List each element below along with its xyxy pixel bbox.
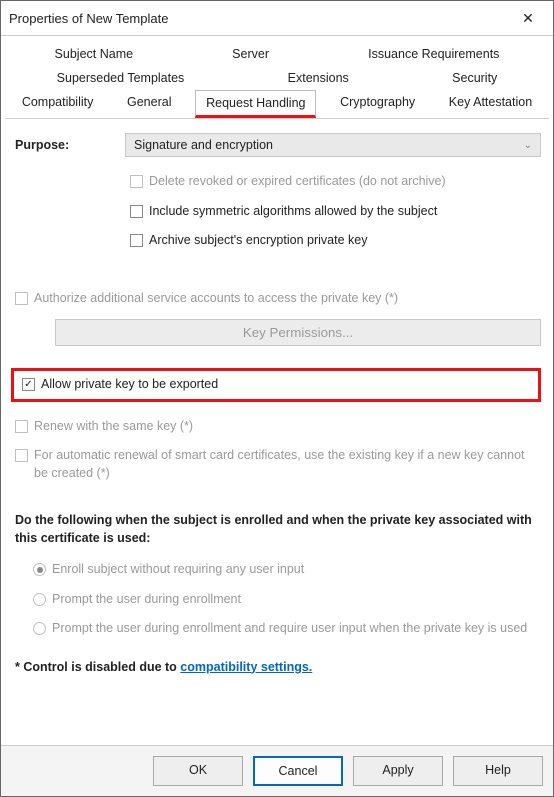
tab-row-1: Subject Name Server Issuance Requirement… [5, 42, 549, 66]
window-title: Properties of New Template [9, 11, 168, 26]
tab-row-3: Compatibility General Request Handling C… [5, 90, 549, 119]
apply-button[interactable]: Apply [353, 756, 443, 786]
tab-extensions[interactable]: Extensions [278, 66, 359, 90]
tab-server[interactable]: Server [222, 42, 279, 66]
checkbox-archive-key[interactable] [130, 234, 143, 247]
tab-request-handling[interactable]: Request Handling [195, 90, 316, 118]
tab-pane: Purpose: Signature and encryption ⌄ Dele… [1, 119, 553, 745]
opt-include-symmetric: Include symmetric algorithms allowed by … [130, 203, 541, 221]
checkbox-include-symmetric[interactable] [130, 205, 143, 218]
label-auto-renewal: For automatic renewal of smart card cert… [34, 447, 541, 482]
disabled-note: * Control is disabled due to compatibili… [15, 660, 541, 674]
opt-renew-same: Renew with the same key (*) [15, 418, 541, 436]
label-allow-export: Allow private key to be exported [41, 376, 218, 394]
label-renew-same: Renew with the same key (*) [34, 418, 193, 436]
tab-row-2: Superseded Templates Extensions Security [5, 66, 549, 90]
label-radio-enroll: Enroll subject without requiring any use… [52, 561, 304, 579]
opt-archive-key: Archive subject's encryption private key [130, 232, 541, 250]
opt-allow-export: ✓ Allow private key to be exported [22, 376, 218, 394]
chevron-down-icon: ⌄ [524, 140, 532, 151]
tab-compatibility[interactable]: Compatibility [12, 90, 104, 118]
tab-subject-name[interactable]: Subject Name [45, 42, 144, 66]
ok-button[interactable]: OK [153, 756, 243, 786]
checkbox-auto-renewal [15, 449, 28, 462]
label-archive-key: Archive subject's encryption private key [149, 232, 367, 250]
purpose-value: Signature and encryption [134, 138, 273, 152]
opt-auto-renewal: For automatic renewal of smart card cert… [15, 447, 541, 482]
purpose-label: Purpose: [15, 138, 125, 152]
purpose-row: Purpose: Signature and encryption ⌄ [15, 133, 541, 157]
checkbox-renew-same [15, 420, 28, 433]
opt-delete-revoked: Delete revoked or expired certificates (… [130, 173, 541, 191]
label-radio-prompt-require: Prompt the user during enrollment and re… [52, 620, 527, 638]
opt-radio-enroll: Enroll subject without requiring any use… [33, 561, 541, 579]
key-permissions-button: Key Permissions... [55, 319, 541, 346]
tab-superseded-templates[interactable]: Superseded Templates [47, 66, 195, 90]
label-include-symmetric: Include symmetric algorithms allowed by … [149, 203, 437, 221]
opt-radio-prompt: Prompt the user during enrollment [33, 591, 541, 609]
purpose-dropdown[interactable]: Signature and encryption ⌄ [125, 133, 541, 157]
do-following-text: Do the following when the subject is enr… [15, 512, 541, 547]
close-button[interactable]: ✕ [513, 7, 543, 29]
opt-radio-prompt-require: Prompt the user during enrollment and re… [33, 620, 541, 638]
radio-prompt [33, 593, 46, 606]
label-radio-prompt: Prompt the user during enrollment [52, 591, 241, 609]
tab-issuance-requirements[interactable]: Issuance Requirements [358, 42, 509, 66]
checkbox-authorize [15, 292, 28, 305]
compatibility-settings-link[interactable]: compatibility settings. [180, 660, 312, 674]
radio-prompt-require [33, 622, 46, 635]
dialog-footer: OK Cancel Apply Help [1, 745, 553, 796]
tab-general[interactable]: General [117, 90, 181, 118]
checkbox-allow-export[interactable]: ✓ [22, 378, 35, 391]
disabled-note-prefix: * Control is disabled due to [15, 660, 180, 674]
help-button[interactable]: Help [453, 756, 543, 786]
tab-cryptography[interactable]: Cryptography [330, 90, 425, 118]
tab-security[interactable]: Security [442, 66, 507, 90]
titlebar: Properties of New Template ✕ [1, 1, 553, 36]
cancel-button[interactable]: Cancel [253, 756, 343, 786]
radio-enroll [33, 563, 46, 576]
highlight-allow-export: ✓ Allow private key to be exported [11, 368, 541, 402]
label-delete-revoked: Delete revoked or expired certificates (… [149, 173, 446, 191]
tab-key-attestation[interactable]: Key Attestation [439, 90, 542, 118]
label-authorize: Authorize additional service accounts to… [34, 290, 398, 308]
checkbox-delete-revoked [130, 175, 143, 188]
tabs-container: Subject Name Server Issuance Requirement… [1, 36, 553, 119]
opt-authorize: Authorize additional service accounts to… [15, 290, 541, 308]
close-icon: ✕ [522, 10, 534, 27]
dialog-window: Properties of New Template ✕ Subject Nam… [0, 0, 554, 797]
